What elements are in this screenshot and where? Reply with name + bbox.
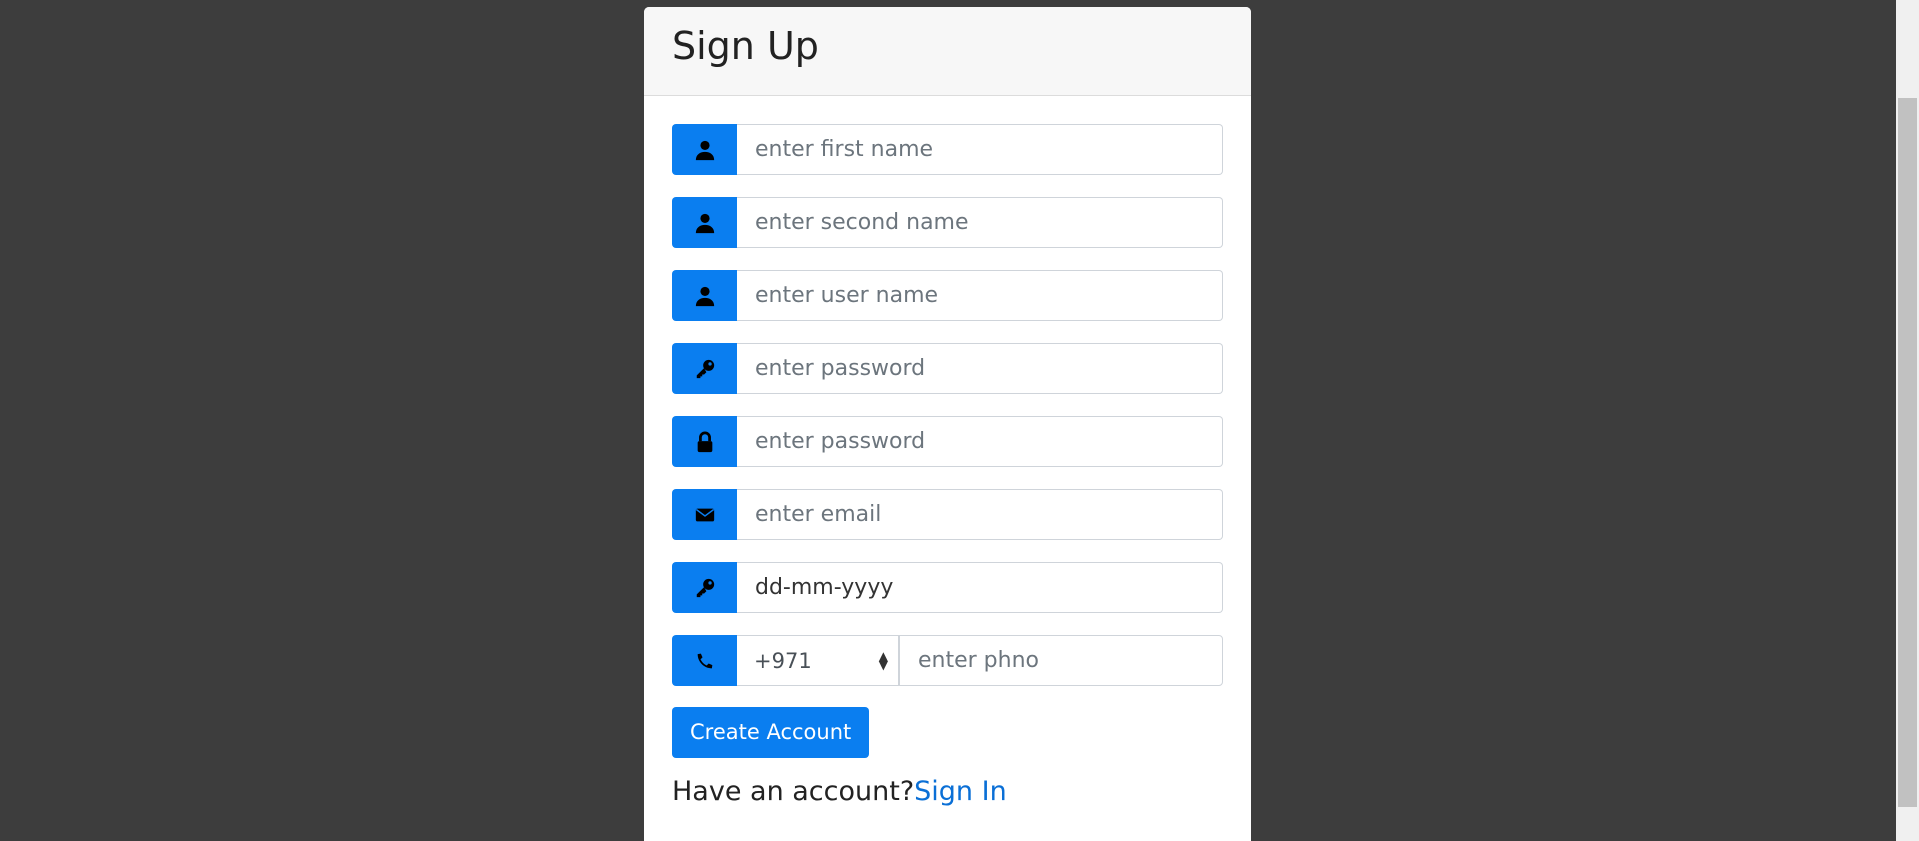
select-arrows-icon: ▲ ▼ xyxy=(878,648,888,672)
page-title: Sign Up xyxy=(672,24,819,68)
password-input[interactable] xyxy=(737,343,1223,394)
email-input[interactable] xyxy=(737,489,1223,540)
email-group xyxy=(672,489,1223,540)
envelope-icon xyxy=(672,489,737,540)
signup-form: +971 ▲▼ Create Account Have an account?S… xyxy=(672,124,1223,807)
first-name-group xyxy=(672,124,1223,175)
signin-link[interactable]: Sign In xyxy=(914,776,1007,807)
confirm-password-group xyxy=(672,416,1223,467)
second-name-group xyxy=(672,197,1223,248)
phone-group: +971 ▲ ▼ xyxy=(672,635,1223,686)
user-name-input[interactable] xyxy=(737,270,1223,321)
user-icon xyxy=(672,197,737,248)
dob-input[interactable] xyxy=(737,562,1223,613)
confirm-password-input[interactable] xyxy=(737,416,1223,467)
country-code-value: +971 xyxy=(754,648,812,673)
signin-prompt: Have an account? xyxy=(672,776,915,807)
signup-card: Sign Up enter first name enter second na… xyxy=(644,7,1251,841)
phone-input[interactable] xyxy=(899,635,1223,686)
scrollbar[interactable] xyxy=(1896,0,1919,841)
country-code-select[interactable]: +971 ▲ ▼ xyxy=(737,635,899,686)
lock-icon xyxy=(672,416,737,467)
user-icon xyxy=(672,270,737,321)
second-name-input[interactable] xyxy=(737,197,1223,248)
create-account-button[interactable]: Create Account xyxy=(672,707,870,758)
signin-row: Have an account?Sign In xyxy=(672,776,1223,807)
password-group xyxy=(672,343,1223,394)
user-icon xyxy=(672,124,737,175)
card-header: Sign Up xyxy=(644,7,1251,96)
user-name-group xyxy=(672,270,1223,321)
scrollbar-thumb[interactable] xyxy=(1898,98,1917,807)
first-name-input[interactable] xyxy=(737,124,1223,175)
phone-icon xyxy=(672,635,737,686)
key-icon xyxy=(672,343,737,394)
dob-group xyxy=(672,562,1223,613)
key-icon xyxy=(672,562,737,613)
